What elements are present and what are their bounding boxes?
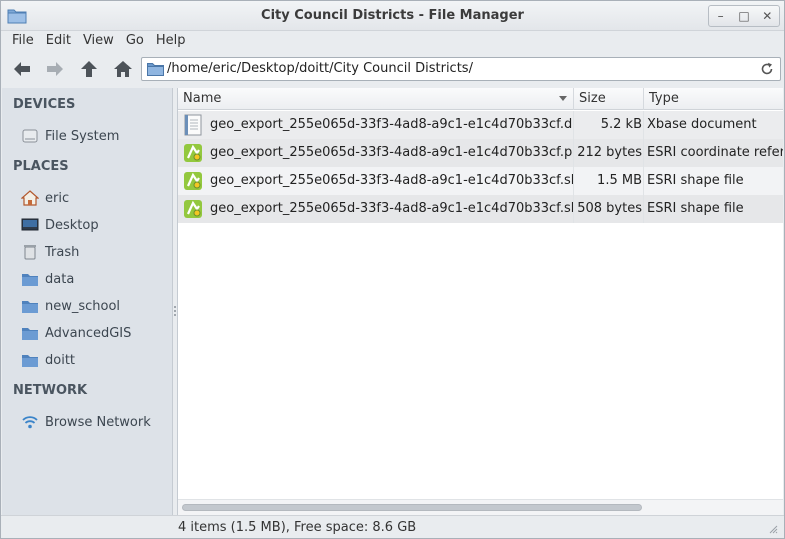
sidebar-item-desktop[interactable]: Desktop — [21, 214, 171, 236]
file-row[interactable]: geo_export_255e065d-33f3-4ad8-a9c1-e1c4d… — [178, 139, 783, 167]
arrow-right-icon — [47, 62, 63, 76]
sidebar-item-doitt[interactable]: doitt — [21, 349, 171, 371]
sidebar-header-places: PLACES — [13, 159, 69, 174]
reload-button[interactable] — [758, 60, 776, 78]
column-headers: Name Size Type — [178, 88, 783, 110]
status-bar: 4 items (1.5 MB), Free space: 8.6 GB — [1, 515, 784, 538]
title-bar[interactable]: City Council Districts - File Manager – … — [1, 1, 784, 31]
file-row[interactable]: geo_export_255e065d-33f3-4ad8-a9c1-e1c4d… — [178, 195, 783, 223]
qgis-icon — [184, 200, 202, 218]
sidebar-header-devices: DEVICES — [13, 97, 76, 112]
home-icon — [21, 189, 39, 207]
sidebar-item-file-system[interactable]: File System — [21, 125, 171, 147]
file-type: ESRI shape file — [647, 173, 744, 188]
menu-view[interactable]: View — [77, 31, 120, 51]
file-name: geo_export_255e065d-33f3-4ad8-a9c1-e1c4d… — [210, 201, 574, 216]
reload-icon — [761, 62, 773, 75]
minimize-button[interactable]: – — [709, 6, 732, 26]
sidebar-item-label: AdvancedGIS — [45, 325, 132, 341]
sidebar-item-label: data — [45, 271, 75, 287]
window-controls: – □ ✕ — [708, 5, 780, 27]
status-text: 4 items (1.5 MB), Free space: 8.6 GB — [178, 520, 417, 535]
folder-icon — [21, 297, 39, 315]
sidebar-item-label: File System — [45, 128, 120, 144]
location-path[interactable]: /home/eric/Desktop/doitt/City Council Di… — [167, 61, 473, 76]
menu-bar: File Edit View Go Help — [1, 31, 784, 51]
forward-button[interactable] — [42, 57, 68, 81]
sidebar-item-label: Desktop — [45, 217, 99, 233]
file-size: 1.5 MB — [574, 167, 644, 195]
file-manager-window: City Council Districts - File Manager – … — [0, 0, 785, 539]
home-button[interactable] — [110, 57, 136, 81]
sidebar-item-browse-network[interactable]: Browse Network — [21, 411, 171, 433]
arrow-left-icon — [14, 62, 30, 76]
file-row[interactable]: geo_export_255e065d-33f3-4ad8-a9c1-e1c4d… — [178, 111, 783, 139]
file-size: 508 bytes — [574, 195, 644, 223]
desktop-icon — [21, 216, 39, 234]
menu-go[interactable]: Go — [120, 31, 150, 51]
sidebar-item-label: doitt — [45, 352, 76, 368]
folder-icon — [21, 351, 39, 369]
sidebar-item-eric[interactable]: eric — [21, 187, 171, 209]
sidebar-item-label: new_school — [45, 298, 121, 314]
file-name: geo_export_255e065d-33f3-4ad8-a9c1-e1c4d… — [210, 173, 574, 188]
location-bar[interactable]: /home/eric/Desktop/doitt/City Council Di… — [141, 57, 781, 81]
arrow-up-icon — [81, 61, 97, 77]
home-icon — [114, 61, 132, 77]
sidebar-item-label: Browse Network — [45, 414, 151, 430]
file-type: ESRI shape file — [647, 201, 744, 216]
sidebar-item-label: Trash — [45, 244, 80, 260]
file-row[interactable]: geo_export_255e065d-33f3-4ad8-a9c1-e1c4d… — [178, 167, 783, 195]
document-icon — [184, 114, 202, 136]
column-header-type[interactable]: Type — [644, 88, 783, 110]
file-type: Xbase document — [647, 117, 757, 132]
sidebar-item-new-school[interactable]: new_school — [21, 295, 171, 317]
sidebar-item-trash[interactable]: Trash — [21, 241, 171, 263]
file-size: 5.2 kB — [574, 111, 644, 139]
maximize-button[interactable]: □ — [732, 6, 755, 26]
window-title: City Council Districts - File Manager — [261, 8, 524, 23]
file-size: 212 bytes — [574, 139, 644, 167]
horizontal-scrollbar[interactable] — [178, 499, 783, 515]
back-button[interactable] — [9, 57, 35, 81]
file-name: geo_export_255e065d-33f3-4ad8-a9c1-e1c4d… — [210, 117, 574, 132]
folder-icon — [21, 324, 39, 342]
network-icon — [21, 413, 39, 431]
scrollbar-thumb[interactable] — [182, 504, 642, 511]
sidebar-item-label: eric — [45, 190, 70, 206]
folder-icon — [21, 270, 39, 288]
column-header-name[interactable]: Name — [178, 88, 574, 110]
sidebar-item-advancedgis[interactable]: AdvancedGIS — [21, 322, 171, 344]
menu-help[interactable]: Help — [150, 31, 192, 51]
menu-edit[interactable]: Edit — [40, 31, 77, 51]
file-name: geo_export_255e065d-33f3-4ad8-a9c1-e1c4d… — [210, 145, 574, 160]
trash-icon — [21, 243, 39, 261]
resize-grip-icon[interactable] — [768, 524, 778, 534]
sort-descending-icon — [559, 96, 567, 101]
column-header-size[interactable]: Size — [574, 88, 644, 110]
folder-icon — [147, 63, 164, 76]
qgis-icon — [184, 144, 202, 162]
drive-icon — [21, 127, 39, 145]
sidebar: DEVICES File System PLACES eric Desktop … — [2, 88, 173, 515]
file-list: Name Size Type geo_export_255e065d-33f3-… — [177, 88, 783, 515]
menu-file[interactable]: File — [6, 31, 40, 51]
file-type: ESRI coordinate reference — [647, 145, 783, 160]
close-button[interactable]: ✕ — [756, 6, 779, 26]
sidebar-header-network: NETWORK — [13, 383, 88, 398]
up-button[interactable] — [76, 57, 102, 81]
qgis-icon — [184, 172, 202, 190]
sidebar-item-data[interactable]: data — [21, 268, 171, 290]
